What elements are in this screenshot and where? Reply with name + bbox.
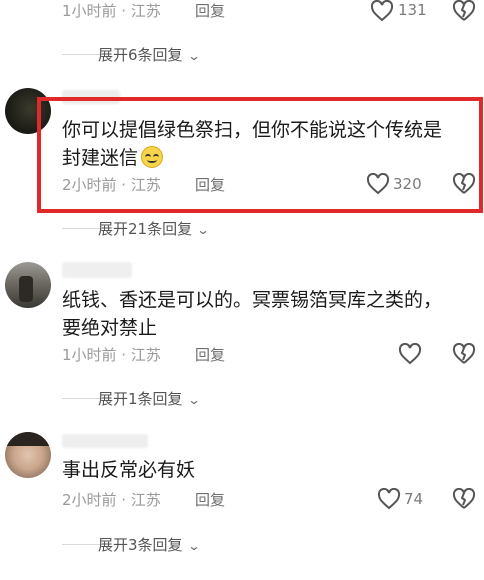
comment-1-meta: 2小时前 · 江苏 xyxy=(62,176,161,194)
heart-icon[interactable] xyxy=(370,0,394,22)
avatar[interactable] xyxy=(5,262,51,308)
expand-replies-label: 展开21条回复 xyxy=(98,220,193,238)
comment-1-line2: 封建迷信 xyxy=(62,147,139,169)
expand-replies-2[interactable]: 展开21条回复 ⌄ xyxy=(98,218,210,239)
divider xyxy=(62,544,102,545)
comment-3-like-count: 74 xyxy=(404,490,424,508)
comment-0-like-count: 131 xyxy=(398,1,427,19)
emoji-icon xyxy=(141,146,164,168)
comment-3-meta: 2小时前 · 江苏 xyxy=(62,491,161,509)
comment-1-reply-button[interactable]: 回复 xyxy=(195,174,225,195)
broken-heart-icon[interactable] xyxy=(452,173,476,195)
divider xyxy=(62,228,102,229)
expand-replies-1[interactable]: 展开6条回复 ⌄ xyxy=(98,44,201,65)
chevron-down-icon: ⌄ xyxy=(187,539,201,553)
comment-0-meta: 1小时前 · 江苏 xyxy=(62,2,161,20)
heart-icon[interactable] xyxy=(398,343,422,365)
broken-heart-icon[interactable] xyxy=(452,488,476,510)
comment-1-text: 你可以提倡绿色祭扫，但你不能说这个传统是 封建迷信 xyxy=(62,116,472,172)
broken-heart-icon[interactable] xyxy=(452,0,476,22)
divider xyxy=(62,398,102,399)
broken-heart-icon[interactable] xyxy=(452,343,476,365)
expand-replies-label: 展开3条回复 xyxy=(98,536,183,554)
username-blurred xyxy=(62,434,148,448)
comment-0-reply-button[interactable]: 回复 xyxy=(195,0,225,21)
comment-1-line1: 你可以提倡绿色祭扫，但你不能说这个传统是 xyxy=(62,119,443,141)
comment-2-line1: 纸钱、香还是可以的。冥票锡箔冥库之类的， xyxy=(62,289,443,311)
avatar[interactable] xyxy=(5,432,51,478)
chevron-down-icon: ⌄ xyxy=(187,393,201,407)
comment-3-text: 事出反常必有妖 xyxy=(62,459,196,481)
expand-replies-label: 展开1条回复 xyxy=(98,390,183,408)
chevron-down-icon: ⌄ xyxy=(187,49,201,63)
heart-icon[interactable] xyxy=(366,173,390,195)
expand-replies-4[interactable]: 展开3条回复 ⌄ xyxy=(98,534,201,555)
comment-1-like-count: 320 xyxy=(393,175,422,193)
expand-replies-label: 展开6条回复 xyxy=(98,46,183,64)
username-blurred xyxy=(62,262,132,278)
comment-3-reply-button[interactable]: 回复 xyxy=(195,489,225,510)
heart-icon[interactable] xyxy=(377,488,401,510)
comment-2-reply-button[interactable]: 回复 xyxy=(195,344,225,365)
comment-2-meta: 1小时前 · 江苏 xyxy=(62,346,161,364)
expand-replies-3[interactable]: 展开1条回复 ⌄ xyxy=(98,388,201,409)
comment-2-line2: 要绝对禁止 xyxy=(62,317,158,339)
chevron-down-icon: ⌄ xyxy=(196,223,210,237)
comment-2-text: 纸钱、香还是可以的。冥票锡箔冥库之类的， 要绝对禁止 xyxy=(62,286,472,342)
divider xyxy=(62,54,102,55)
